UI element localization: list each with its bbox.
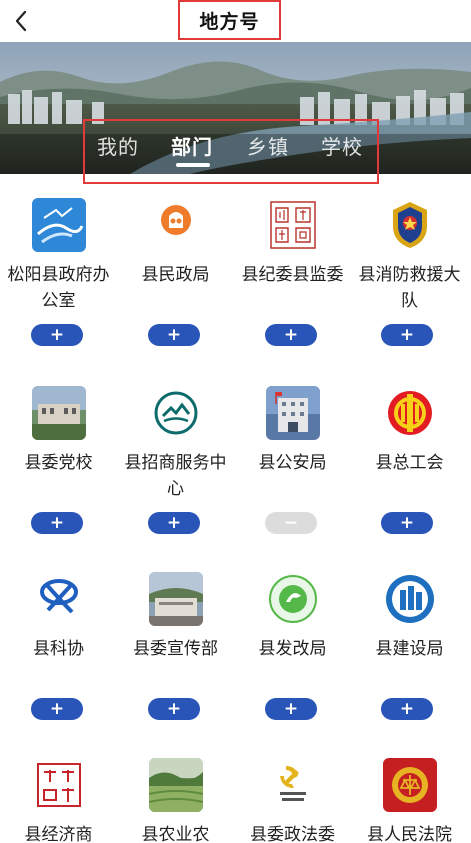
court-emblem-icon <box>382 758 437 812</box>
department-name: 县纪委县监委 <box>241 265 344 285</box>
chevron-left-icon <box>15 10 27 32</box>
unfollow-button[interactable]: − <box>265 512 317 534</box>
department-name: 县农业农 <box>141 825 210 843</box>
follow-button[interactable]: + <box>265 698 317 720</box>
tab-mine[interactable]: 我的 <box>97 131 139 160</box>
list-item[interactable]: 县民政局 <box>117 198 234 314</box>
page-title-box: 地方号 <box>178 0 281 40</box>
department-name: 县委党校 <box>24 453 93 473</box>
department-name: 县经济商 <box>24 825 93 843</box>
list-item[interactable]: 县委党校 <box>0 386 117 502</box>
follow-button[interactable]: + <box>31 698 83 720</box>
list-item[interactable]: 县招商服务中心 <box>117 386 234 502</box>
department-name: 县总工会 <box>375 453 444 473</box>
follow-button[interactable]: + <box>31 324 83 346</box>
economy-commerce-logo-icon <box>31 758 86 812</box>
department-name: 县人民法院 <box>367 825 452 843</box>
list-item[interactable]: 县建设局 <box>351 572 468 688</box>
publicity-building-icon <box>148 572 203 626</box>
list-item[interactable]: 县纪委县监委 <box>234 198 351 314</box>
police-building-icon <box>265 386 320 440</box>
follow-button[interactable]: + <box>148 324 200 346</box>
list-item[interactable]: 县发改局 <box>234 572 351 688</box>
construction-logo-icon <box>382 572 437 626</box>
politics-law-logo-icon <box>265 758 320 812</box>
list-item[interactable]: 县人民法院 <box>351 758 468 843</box>
follow-button[interactable]: + <box>265 324 317 346</box>
page-title: 地方号 <box>199 10 260 33</box>
fire-rescue-badge-icon <box>382 198 437 252</box>
science-association-logo-icon <box>31 572 86 626</box>
list-item[interactable]: 县委政法委 <box>234 758 351 843</box>
follow-button[interactable]: + <box>381 698 433 720</box>
discipline-seal-icon <box>265 198 320 252</box>
header: 地方号 <box>0 0 471 42</box>
department-name: 县民政局 <box>141 265 210 285</box>
list-item[interactable]: 县委宣传部 <box>117 572 234 688</box>
department-name: 县委宣传部 <box>133 639 218 659</box>
department-name: 县委政法委 <box>250 825 335 843</box>
investment-logo-icon <box>148 386 203 440</box>
tab-schools[interactable]: 学校 <box>321 131 363 160</box>
department-name: 县科协 <box>33 639 84 659</box>
follow-button[interactable]: + <box>31 512 83 534</box>
list-item[interactable]: 松阳县政府办公室 <box>0 198 117 314</box>
tab-townships[interactable]: 乡镇 <box>247 131 289 160</box>
back-button[interactable] <box>6 6 36 36</box>
list-item[interactable]: 县公安局 <box>234 386 351 502</box>
follow-button[interactable]: + <box>148 512 200 534</box>
department-name: 县建设局 <box>375 639 444 659</box>
department-name: 县发改局 <box>258 639 327 659</box>
active-tab-indicator <box>176 163 210 167</box>
department-name: 县招商服务中心 <box>124 453 227 499</box>
list-item[interactable]: 县科协 <box>0 572 117 688</box>
list-item[interactable]: 县经济商 <box>0 758 117 843</box>
trade-union-logo-icon <box>382 386 437 440</box>
department-name: 县公安局 <box>258 453 327 473</box>
civil-affairs-logo-icon <box>148 198 203 252</box>
list-item[interactable]: 县消防救援大队 <box>351 198 468 314</box>
department-name: 松阳县政府办公室 <box>7 265 110 311</box>
tab-departments[interactable]: 部门 <box>171 131 213 160</box>
development-reform-logo-icon <box>265 572 320 626</box>
agriculture-photo-icon <box>148 758 203 812</box>
department-name: 县消防救援大队 <box>358 265 461 311</box>
list-item[interactable]: 县农业农 <box>117 758 234 843</box>
follow-button[interactable]: + <box>381 512 433 534</box>
follow-button[interactable]: + <box>381 324 433 346</box>
list-item[interactable]: 县总工会 <box>351 386 468 502</box>
follow-button[interactable]: + <box>148 698 200 720</box>
party-school-building-icon <box>31 386 86 440</box>
government-logo-icon <box>31 198 86 252</box>
